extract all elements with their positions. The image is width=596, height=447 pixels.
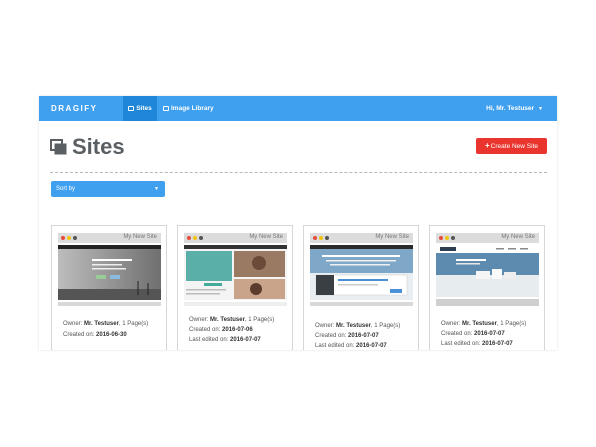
caret-down-icon: ▼ bbox=[154, 186, 159, 192]
site-created: Created on: 2016-07-06 bbox=[189, 327, 253, 333]
site-created: Created on: 2016-07-07 bbox=[441, 331, 505, 337]
sort-by-label: Sort by bbox=[56, 186, 76, 192]
create-new-site-label: Create New Site bbox=[490, 143, 538, 150]
thumbnail-footer bbox=[310, 302, 413, 306]
site-name: My New Site bbox=[123, 234, 157, 240]
card-titlebar: My New Site bbox=[184, 233, 287, 243]
thumbnail-footer bbox=[184, 302, 287, 306]
window-dot-icon bbox=[445, 236, 449, 240]
window-dot-icon bbox=[199, 236, 203, 240]
window-dot-icon bbox=[73, 236, 77, 240]
thumbnail-footer bbox=[436, 299, 539, 306]
sites-icon bbox=[128, 106, 135, 111]
window-dot-icon bbox=[439, 236, 443, 240]
site-created: Created on: 2016-07-07 bbox=[315, 333, 379, 339]
site-created: Created on: 2016-06-30 bbox=[63, 332, 127, 338]
card-titlebar: My New Site bbox=[310, 233, 413, 243]
site-name: My New Site bbox=[375, 234, 409, 240]
site-name: My New Site bbox=[249, 234, 283, 240]
card-titlebar: My New Site bbox=[58, 233, 161, 243]
site-owner: Owner: Mr. Testuser, 1 Page(s) bbox=[189, 317, 275, 323]
site-last-edited: Last edited on: 2016-07-07 bbox=[189, 337, 261, 343]
page-title: Sites bbox=[72, 134, 125, 159]
create-new-site-button[interactable]: +Create New Site bbox=[476, 138, 547, 154]
site-card[interactable]: My New Site Owner: Mr. Testuser, 1 Page(… bbox=[303, 225, 419, 350]
site-thumbnail[interactable] bbox=[436, 245, 539, 297]
nav-image-library-label: Image Library bbox=[171, 105, 214, 112]
site-card[interactable]: My New Site Owner: Mr. Testuser, 1 Page(… bbox=[177, 225, 293, 350]
site-name: My New Site bbox=[501, 234, 535, 240]
window-dot-icon bbox=[193, 236, 197, 240]
user-greeting: Hi, Mr. Testuser bbox=[486, 105, 535, 112]
nav-image-library[interactable]: Image Library bbox=[163, 96, 214, 121]
site-owner: Owner: Mr. Testuser, 1 Page(s) bbox=[315, 323, 401, 329]
window-dot-icon bbox=[325, 236, 329, 240]
stacked-pages-icon bbox=[50, 139, 67, 155]
plus-icon: + bbox=[485, 141, 490, 150]
nav-sites[interactable]: Sites bbox=[123, 96, 157, 121]
app-window: DRAGIFY Sites Image Library Hi, Mr. Test… bbox=[39, 96, 557, 350]
site-owner: Owner: Mr. Testuser, 1 Page(s) bbox=[441, 321, 527, 327]
window-dot-icon bbox=[313, 236, 317, 240]
nav-sites-label: Sites bbox=[136, 105, 152, 112]
site-owner: Owner: Mr. Testuser, 1 Page(s) bbox=[63, 321, 149, 327]
site-last-edited: Last edited on: 2016-07-07 bbox=[315, 343, 387, 349]
thumbnail-footer bbox=[58, 302, 161, 306]
window-dot-icon bbox=[61, 236, 65, 240]
site-thumbnail[interactable] bbox=[184, 245, 287, 300]
site-card[interactable]: My New Site Owner: Mr. Testuser, 1 Page(… bbox=[51, 225, 167, 350]
window-dot-icon bbox=[67, 236, 71, 240]
top-navbar: DRAGIFY Sites Image Library Hi, Mr. Test… bbox=[39, 96, 557, 121]
site-card[interactable]: My New Site Owner: Mr. Testuser, 1 Page(… bbox=[429, 225, 545, 350]
image-icon bbox=[163, 106, 169, 111]
sort-by-dropdown[interactable]: Sort by ▼ bbox=[51, 181, 165, 197]
site-last-edited: Last edited on: 2016-07-07 bbox=[441, 341, 513, 347]
caret-down-icon: ▼ bbox=[538, 106, 543, 112]
card-titlebar: My New Site bbox=[436, 233, 539, 243]
window-dot-icon bbox=[451, 236, 455, 240]
site-thumbnail[interactable] bbox=[58, 245, 161, 300]
user-menu[interactable]: Hi, Mr. Testuser ▼ bbox=[486, 96, 543, 121]
dashed-divider bbox=[50, 172, 547, 173]
site-thumbnail[interactable] bbox=[310, 245, 413, 300]
brand-logo[interactable]: DRAGIFY bbox=[51, 104, 98, 113]
window-dot-icon bbox=[319, 236, 323, 240]
window-dot-icon bbox=[187, 236, 191, 240]
